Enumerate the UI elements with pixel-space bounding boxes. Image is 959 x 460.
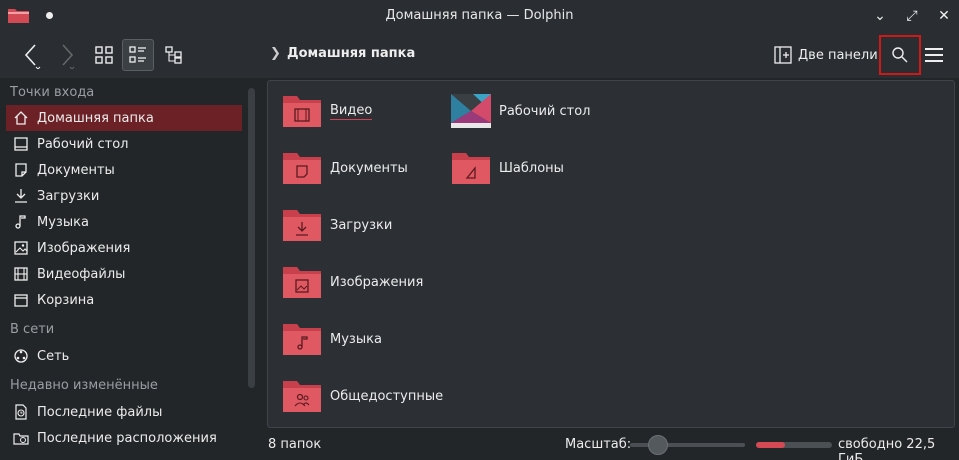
sidebar-item-network[interactable]: Сеть	[6, 343, 242, 369]
breadcrumb-current[interactable]: Домашняя папка	[287, 46, 415, 61]
zoom-slider-handle[interactable]	[648, 435, 668, 455]
back-arrow-icon	[24, 44, 41, 69]
file-item-downloads[interactable]: Загрузки	[282, 205, 392, 245]
file-name: Рабочий стол	[499, 103, 591, 119]
file-name: Загрузки	[330, 217, 393, 233]
tree-view-icon	[165, 46, 182, 64]
section-recent: Недавно изменённые	[10, 378, 158, 393]
downloads-icon	[12, 187, 30, 205]
sidebar-item-label: Домашняя папка	[37, 110, 154, 126]
split-panels-icon	[774, 46, 792, 64]
music-folder-icon	[283, 324, 321, 355]
sidebar-item-label: Сеть	[37, 348, 70, 364]
sidebar-item-videos[interactable]: Видеофайлы	[6, 261, 242, 287]
sidebar-item-trash[interactable]: Корзина	[6, 287, 242, 313]
search-icon	[892, 47, 908, 63]
trash-icon	[12, 291, 30, 309]
sidebar-item-label: Последние файлы	[37, 404, 163, 420]
video-folder-icon	[283, 96, 321, 127]
sidebar-item-pictures[interactable]: Изображения	[6, 235, 242, 261]
sidebar-item-music[interactable]: Музыка	[6, 209, 242, 235]
sidebar-item-home[interactable]: Домашняя папка	[6, 105, 242, 131]
section-network: В сети	[10, 322, 55, 337]
status-bar: 8 папок Масштаб: свободно 22,5 ГиБ	[0, 430, 959, 460]
network-icon	[12, 347, 30, 365]
desktop-icon	[12, 135, 30, 153]
sidebar-item-label: Изображения	[37, 240, 131, 256]
sidebar-scrollbar[interactable]	[248, 88, 255, 388]
hamburger-menu-icon[interactable]	[922, 45, 946, 65]
file-name: Музыка	[330, 331, 382, 347]
downloads-folder-icon	[283, 210, 321, 241]
file-item-documents[interactable]: Документы	[282, 148, 408, 188]
zoom-label: Масштаб:	[565, 437, 632, 452]
free-space-label: свободно 22,5 ГиБ	[838, 437, 936, 460]
sidebar-item-label: Рабочий стол	[37, 136, 129, 152]
split-view-button[interactable]: Две панели	[774, 41, 878, 69]
sidebar-item-label: Музыка	[37, 214, 89, 230]
pictures-folder-icon	[283, 267, 321, 298]
forward-button[interactable]	[52, 39, 80, 71]
file-item-video[interactable]: Видео	[282, 91, 373, 131]
templates-folder-icon	[452, 153, 490, 184]
toolbar: ❯ Домашняя папка Две панели	[0, 32, 959, 78]
file-view[interactable]: Видео Документы Загрузки Изображения Муз…	[267, 80, 955, 428]
documents-icon	[12, 161, 30, 179]
grid-view-icon	[95, 46, 113, 64]
sidebar-item-label: Корзина	[37, 292, 95, 308]
desktop-folder-icon	[451, 94, 491, 128]
sidebar-item-documents[interactable]: Документы	[6, 157, 242, 183]
file-name: Документы	[330, 160, 408, 176]
file-item-pictures[interactable]: Изображения	[282, 262, 423, 302]
folder-count: 8 папок	[268, 437, 322, 452]
disk-usage-bar	[756, 442, 832, 448]
sidebar-item-downloads[interactable]: Загрузки	[6, 183, 242, 209]
sidebar-item-desktop[interactable]: Рабочий стол	[6, 131, 242, 157]
sidebar-item-label: Документы	[37, 162, 115, 178]
forward-arrow-icon	[62, 44, 75, 69]
music-icon	[12, 213, 30, 231]
breadcrumb-chevron-icon[interactable]: ❯	[270, 46, 281, 61]
file-item-music[interactable]: Музыка	[282, 319, 382, 359]
pictures-icon	[12, 239, 30, 257]
places-panel: Точки входа Домашняя папка Рабочий стол …	[0, 78, 258, 460]
title-bar: Домашняя папка — Dolphin ⌄ ⤢ ✕	[0, 0, 959, 32]
back-button[interactable]	[18, 39, 46, 71]
search-button[interactable]	[879, 35, 921, 75]
window-title: Домашняя папка — Dolphin	[385, 8, 574, 23]
compact-view-button[interactable]	[122, 39, 154, 71]
icons-view-button[interactable]	[90, 39, 118, 71]
home-icon	[12, 109, 30, 127]
file-item-public[interactable]: Общедоступные	[282, 376, 443, 416]
public-folder-icon	[283, 381, 321, 412]
split-view-label: Две панели	[798, 47, 878, 63]
file-name: Изображения	[330, 274, 424, 290]
close-button[interactable]: ✕	[934, 6, 954, 26]
maximize-button[interactable]: ⤢	[902, 6, 922, 26]
file-name: Видео	[330, 102, 373, 120]
details-view-button[interactable]	[160, 39, 188, 71]
videos-icon	[12, 265, 30, 283]
file-name: Шаблоны	[499, 160, 564, 176]
disk-usage-fill	[756, 442, 785, 448]
file-item-desktop[interactable]: Рабочий стол	[451, 91, 590, 131]
sidebar-item-label: Загрузки	[37, 188, 100, 204]
section-entry-points: Точки входа	[10, 85, 95, 100]
minimize-button[interactable]: ⌄	[870, 6, 890, 26]
file-name: Общедоступные	[330, 388, 444, 404]
file-item-templates[interactable]: Шаблоны	[451, 148, 564, 188]
sidebar-item-label: Видеофайлы	[37, 266, 126, 282]
compact-view-icon	[129, 46, 146, 63]
sidebar-item-recent-files[interactable]: Последние файлы	[6, 399, 242, 425]
recent-files-icon	[12, 403, 30, 421]
documents-folder-icon	[283, 153, 321, 184]
